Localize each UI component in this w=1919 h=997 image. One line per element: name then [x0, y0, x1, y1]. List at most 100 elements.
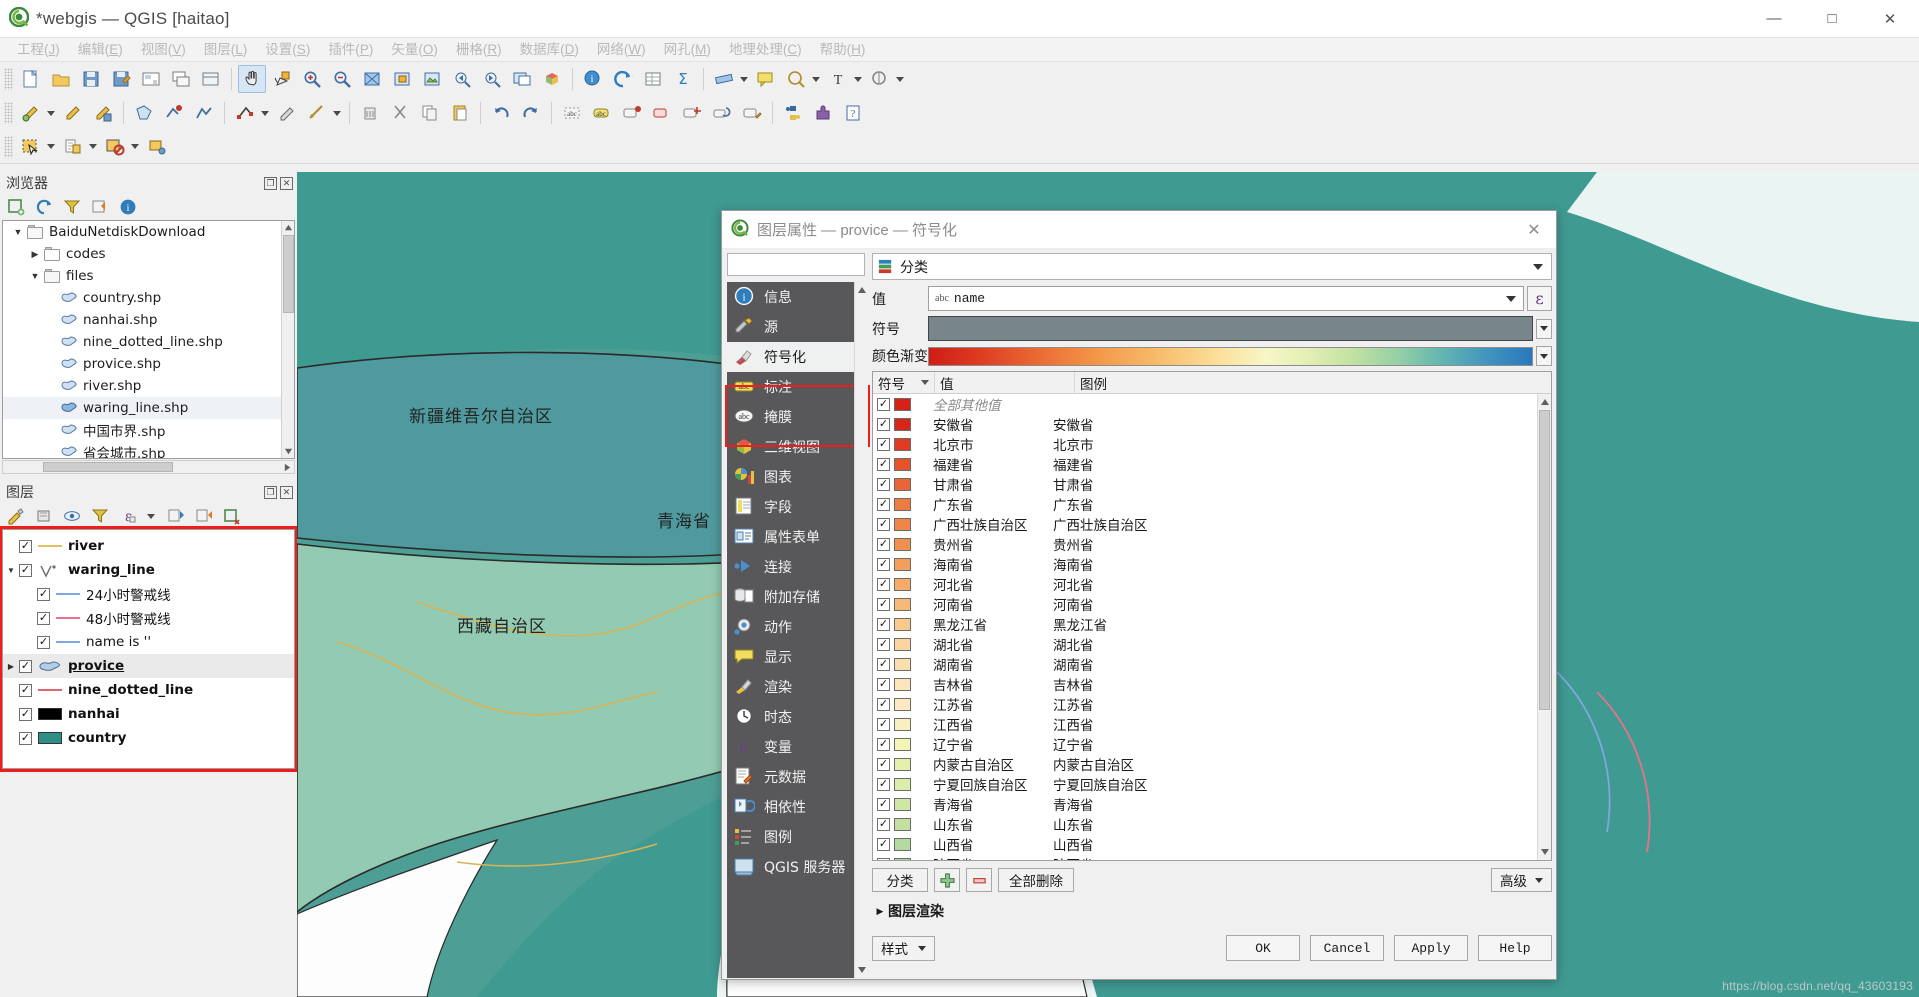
- category-row[interactable]: ✓青海省青海省: [873, 794, 1537, 814]
- category-color-swatch[interactable]: [894, 498, 911, 511]
- category-color-swatch[interactable]: [894, 818, 911, 831]
- add-layer-icon[interactable]: [6, 197, 26, 217]
- category-color-swatch[interactable]: [894, 478, 911, 491]
- chevron-down-icon[interactable]: [47, 144, 55, 149]
- browser-tree-item[interactable]: nanhai.shp: [3, 309, 294, 331]
- category-row[interactable]: ✓河南省河南省: [873, 594, 1537, 614]
- category-checkbox[interactable]: ✓: [877, 518, 890, 531]
- chevron-down-icon[interactable]: [333, 111, 341, 116]
- category-row[interactable]: ✓北京市北京市: [873, 434, 1537, 454]
- value-field-combo[interactable]: abc name: [928, 286, 1524, 311]
- dialog-tab-labels-abc[interactable]: abc标注: [727, 372, 868, 402]
- current-edits-button[interactable]: [17, 99, 45, 127]
- dialog-tab-auxiliary-storage[interactable]: 附加存储: [727, 582, 868, 612]
- delete-selected-button[interactable]: [356, 99, 384, 127]
- style-button[interactable]: 样式: [872, 936, 935, 961]
- browser-tree-item[interactable]: country.shp: [3, 287, 294, 309]
- layer-tree-item[interactable]: ✓nine_dotted_line: [3, 678, 294, 702]
- category-row[interactable]: ✓甘肃省甘肃省: [873, 474, 1537, 494]
- browser-float-button[interactable]: ❐: [264, 177, 277, 190]
- zoom-last-button[interactable]: [448, 65, 476, 93]
- map-tips-button[interactable]: [782, 65, 810, 93]
- pan-to-selection-button[interactable]: [268, 65, 296, 93]
- add-point-feature-button[interactable]: [160, 99, 188, 127]
- save-layer-edits-button[interactable]: [89, 99, 117, 127]
- category-checkbox[interactable]: ✓: [877, 398, 890, 411]
- column-header-legend[interactable]: 图例: [1075, 372, 1551, 393]
- chevron-down-icon[interactable]: [740, 77, 748, 82]
- zoom-full-button[interactable]: [358, 65, 386, 93]
- classify-button[interactable]: 分类: [872, 868, 928, 892]
- category-row[interactable]: ✓山西省山西省: [873, 834, 1537, 854]
- category-color-swatch[interactable]: [894, 518, 911, 531]
- cancel-button[interactable]: Cancel: [1310, 935, 1384, 961]
- chevron-down-icon[interactable]: [854, 77, 862, 82]
- category-checkbox[interactable]: ✓: [877, 458, 890, 471]
- select-by-expression-button[interactable]: [59, 133, 87, 161]
- category-color-swatch[interactable]: [894, 758, 911, 771]
- layer-tree-item[interactable]: ▼✓waring_line: [3, 558, 294, 582]
- category-checkbox[interactable]: ✓: [877, 738, 890, 751]
- dialog-tab-source[interactable]: 源: [727, 312, 868, 342]
- dialog-close-button[interactable]: ✕: [1512, 211, 1556, 249]
- save-project-as-button[interactable]: [107, 65, 135, 93]
- menu-item-2[interactable]: 视图(V): [132, 38, 195, 62]
- toggle-editing-button[interactable]: [59, 99, 87, 127]
- layer-tree-item[interactable]: ✓48小时警戒线: [3, 606, 294, 630]
- tree-twisty-icon[interactable]: ▶: [26, 249, 44, 260]
- move-label-button[interactable]: [678, 99, 706, 127]
- category-row[interactable]: ✓广东省广东省: [873, 494, 1537, 514]
- column-header-symbol[interactable]: 符号: [873, 372, 935, 393]
- browser-tree-item[interactable]: nine_dotted_line.shp: [3, 331, 294, 353]
- category-checkbox[interactable]: ✓: [877, 678, 890, 691]
- new-3d-map-view-button[interactable]: [538, 65, 566, 93]
- layer-twisty-icon[interactable]: ▼: [3, 566, 19, 575]
- category-row[interactable]: ✓山东省山东省: [873, 814, 1537, 834]
- expression-builder-button[interactable]: ε: [1527, 286, 1552, 311]
- digitizing-tools-button[interactable]: [303, 99, 331, 127]
- zoom-to-selection-button[interactable]: [388, 65, 416, 93]
- browser-tree-item[interactable]: river.shp: [3, 375, 294, 397]
- identify-features-button[interactable]: i: [579, 65, 607, 93]
- menu-item-6[interactable]: 矢量(O): [382, 38, 447, 62]
- category-checkbox[interactable]: ✓: [877, 858, 890, 861]
- layer-twisty-icon[interactable]: ▶: [3, 662, 19, 671]
- chevron-down-icon[interactable]: [147, 514, 155, 519]
- toolbar-grip[interactable]: [4, 68, 13, 90]
- category-color-swatch[interactable]: [894, 418, 911, 431]
- save-project-button[interactable]: [77, 65, 105, 93]
- browser-tree-item[interactable]: 省会城市.shp: [3, 441, 294, 459]
- category-color-swatch[interactable]: [894, 678, 911, 691]
- undo-button[interactable]: [487, 99, 515, 127]
- dialog-tab-variables-epsilon[interactable]: ε变量: [727, 732, 868, 762]
- copy-features-button[interactable]: [416, 99, 444, 127]
- text-annotation-button[interactable]: T: [824, 65, 852, 93]
- category-checkbox[interactable]: ✓: [877, 638, 890, 651]
- layer-tree-item[interactable]: ▶✓provice: [3, 654, 294, 678]
- dialog-tab-fields-table[interactable]: 字段: [727, 492, 868, 522]
- change-label-properties-button[interactable]: [738, 99, 766, 127]
- category-row[interactable]: ✓宁夏回族自治区宁夏回族自治区: [873, 774, 1537, 794]
- category-row[interactable]: ✓黑龙江省黑龙江省: [873, 614, 1537, 634]
- category-color-swatch[interactable]: [894, 578, 911, 591]
- menu-item-12[interactable]: 帮助(H): [811, 38, 875, 62]
- menu-item-8[interactable]: 数据库(D): [511, 38, 588, 62]
- category-row[interactable]: ✓安徽省安徽省: [873, 414, 1537, 434]
- category-checkbox[interactable]: ✓: [877, 718, 890, 731]
- new-project-button[interactable]: [17, 65, 45, 93]
- layers-close-button[interactable]: ✕: [280, 486, 293, 499]
- add-line-feature-button[interactable]: [190, 99, 218, 127]
- category-row[interactable]: ✓海南省海南省: [873, 554, 1537, 574]
- scroll-up-icon[interactable]: [1540, 397, 1550, 407]
- chevron-down-icon[interactable]: [47, 111, 55, 116]
- dialog-tab-legend-list[interactable]: 图例: [727, 822, 868, 852]
- symbol-preview[interactable]: [928, 316, 1533, 341]
- help-contents-button[interactable]: ?: [839, 99, 867, 127]
- modify-attributes-button[interactable]: [273, 99, 301, 127]
- show-layouts-button[interactable]: [197, 65, 225, 93]
- add-polygon-feature-button[interactable]: [130, 99, 158, 127]
- category-row[interactable]: ✓广西壮族自治区广西壮族自治区: [873, 514, 1537, 534]
- chevron-down-icon[interactable]: [1506, 296, 1516, 302]
- category-row[interactable]: ✓吉林省吉林省: [873, 674, 1537, 694]
- bookmarks-button[interactable]: [866, 65, 894, 93]
